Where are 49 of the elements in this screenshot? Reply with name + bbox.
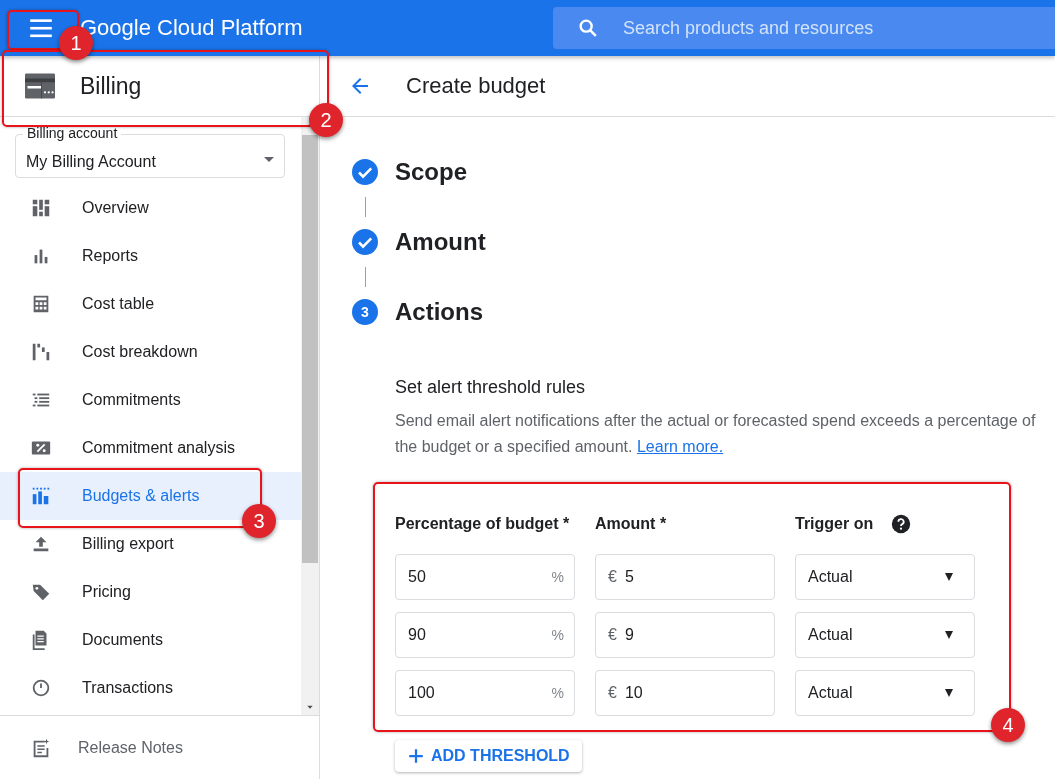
- trigger-dropdown[interactable]: Actual: [795, 612, 975, 658]
- column-header: Percentage of budget *: [395, 515, 570, 533]
- plus-icon: [407, 747, 425, 765]
- step-label: Scope: [395, 158, 468, 186]
- waterfall-chart-icon: [30, 341, 52, 363]
- column-header: Amount *: [595, 515, 667, 533]
- scrollbar[interactable]: [301, 117, 319, 715]
- percentage-field[interactable]: 100 %: [395, 670, 575, 716]
- learn-more-link[interactable]: Learn more.: [636, 438, 724, 455]
- amount-field[interactable]: € 10: [595, 670, 775, 716]
- section-description: Send email alert notifications after the actual or forecasted spend exceeds a percentage of the budget or a specified amount. Learn more.: [395, 411, 1037, 457]
- nav-item[interactable]: Commitments: [0, 376, 301, 424]
- nav-item[interactable]: Reports: [0, 232, 301, 280]
- percentage-field[interactable]: 50 %: [395, 554, 575, 600]
- annotation-badge: 4: [991, 708, 1025, 742]
- nav-item[interactable]: Cost breakdown: [0, 328, 301, 376]
- dropdown-caret-icon: [942, 573, 956, 581]
- trigger-dropdown[interactable]: Actual: [795, 554, 975, 600]
- clock-icon: [30, 677, 52, 699]
- nav-item[interactable]: Transactions: [0, 664, 301, 712]
- search-field[interactable]: Search products and resources: [553, 7, 1055, 49]
- nav-item[interactable]: Cost table: [0, 280, 301, 328]
- dropdown-caret-icon: [942, 689, 956, 697]
- step-label: Actions: [395, 298, 483, 326]
- dropdown-caret-icon: [264, 156, 274, 162]
- scroll-down-icon: [305, 703, 315, 711]
- amount-field[interactable]: € 9: [595, 612, 775, 658]
- annotation-badge: 3: [242, 504, 276, 538]
- nav-item[interactable]: Documents: [0, 616, 301, 664]
- dropdown-caret-icon: [942, 631, 956, 639]
- section-title: Billing: [80, 72, 142, 100]
- nav-item[interactable]: Commitment analysis: [0, 424, 301, 472]
- step-label: Amount: [395, 228, 486, 256]
- nav-item[interactable]: Pricing: [0, 568, 301, 616]
- annotation-badge: 2: [309, 103, 343, 137]
- release-notes-link[interactable]: Release Notes: [0, 715, 319, 779]
- add-threshold-button[interactable]: ADD THRESHOLD: [395, 740, 582, 772]
- dashboard-icon: [30, 197, 52, 219]
- search-icon: [577, 17, 599, 39]
- section-heading: Set alert threshold rules: [395, 377, 587, 398]
- nav-item[interactable]: Overview: [0, 184, 301, 232]
- trigger-dropdown[interactable]: Actual: [795, 670, 975, 716]
- help-icon: [891, 514, 912, 534]
- budget-chart-icon: [30, 485, 52, 507]
- amount-field[interactable]: € 5: [595, 554, 775, 600]
- step-number: 3: [352, 299, 378, 325]
- percentage-field[interactable]: 90 %: [395, 612, 575, 658]
- page-title: Create budget: [406, 73, 546, 99]
- column-header: Trigger on: [795, 515, 874, 533]
